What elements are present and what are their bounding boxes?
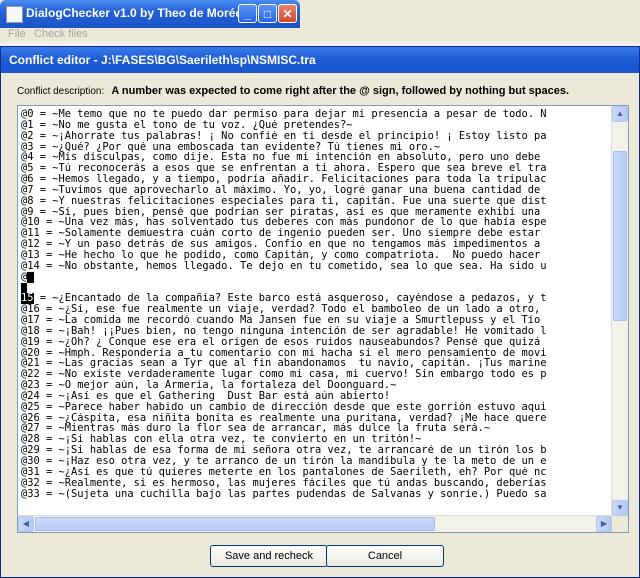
editor-line: @24 = ~¡Así es que el Gathering Dust Bar… (21, 390, 391, 402)
editor-line: @20 = ~Hmph. Respondería a tu comentario… (21, 347, 547, 359)
editor-line: @ (21, 271, 617, 283)
main-titlebar: DialogChecker v1.0 by Theo de Morée _ □ … (0, 0, 300, 28)
editor-line: @11 = ~Solamente demuestra cuán corto de… (21, 228, 541, 240)
conflict-description: Conflict description: A number was expec… (17, 85, 569, 97)
menubar: File Check files (0, 28, 300, 42)
editor-line: @29 = ~¡Si hablas de esa forma de mi señ… (21, 445, 547, 456)
text-editor[interactable]: @0 = ~Me temo que no te puedo dar permis… (17, 105, 629, 533)
highlighted-line-number: 15 (21, 293, 34, 305)
editor-line: @6 = ~Hemos llegado, y a tiempo, podría … (21, 174, 547, 185)
editor-line (21, 282, 617, 294)
horizontal-scrollbar[interactable]: ◀ ▶ (18, 515, 612, 532)
editor-line: @7 = ~Tuvimos que aprovecharlo al máximo… (21, 184, 541, 196)
editor-line: @1 = ~No me gusta el tono de tu voz. ¿Qu… (21, 119, 353, 131)
editor-line: @32 = ~Realmente, si es hermoso, las muj… (21, 477, 547, 489)
app-icon (6, 6, 23, 23)
editor-line: @18 = ~¡Bah! ¡¡Pues bien, no tengo ningu… (21, 325, 547, 337)
editor-line: @8 = ~Y nuestras felicitaciones especial… (21, 195, 547, 207)
editor-line: @21 = ~Las gracias sean a Tyr que al fin… (21, 358, 547, 370)
editor-text-area[interactable]: @0 = ~Me temo que no te puedo dar permis… (21, 109, 617, 519)
scrollbar-corner (612, 516, 628, 532)
editor-line: @5 = ~Tú reconocerás a esos que se enfre… (21, 163, 547, 175)
description-label: Conflict description: (17, 86, 105, 97)
editor-line: @22 = ~No existe verdaderamente lugar co… (21, 369, 547, 381)
horizontal-scroll-thumb[interactable] (35, 517, 435, 531)
dialog-title: Conflict editor - J:\FASES\BG\Saerileth\… (9, 53, 316, 67)
close-button[interactable]: ✕ (278, 4, 297, 23)
editor-line: @9 = ~Sí, pues bien, pensé que podrían s… (21, 206, 541, 218)
editor-line: @19 = ~¿Oh? ¿ Conque ese era el origen d… (21, 336, 541, 348)
editor-line: @31 = ~¿Así es que tú quieres meterte en… (21, 466, 547, 478)
scroll-left-icon[interactable]: ◀ (18, 516, 34, 532)
editor-line: @25 = ~Parece haber habido un cambio de … (21, 401, 547, 413)
editor-line: @23 = ~O mejor aún, la Armería, la forta… (21, 380, 397, 391)
editor-line: @13 = ~He hecho lo que he podido, como C… (21, 249, 541, 261)
editor-line: @16 = ~¿Sí, ese fue realmente un viaje, … (21, 304, 541, 316)
menu-file[interactable]: File (8, 28, 26, 40)
description-value: A number was expected to come right afte… (111, 85, 570, 97)
editor-line: @27 = ~Mientras más duro la flor sea de … (21, 423, 491, 435)
maximize-button[interactable]: □ (258, 4, 277, 23)
cancel-button[interactable]: Cancel (326, 545, 444, 567)
editor-line: @2 = ~¡Ahorrate tus palabras! ¡ No confi… (21, 130, 547, 142)
editor-line: @4 = ~Mis disculpas, como dije. Ésta no … (21, 152, 541, 164)
editor-line: @14 = ~No obstante, hemos llegado. Te de… (21, 260, 547, 272)
scroll-up-icon[interactable]: ▲ (612, 106, 628, 122)
conflict-editor-dialog: Conflict editor - J:\FASES\BG\Saerileth\… (0, 46, 640, 578)
editor-line: @26 = ~¿Cáspita, esa niñita bonita es re… (21, 412, 547, 424)
editor-line: @3 = ~¿Qué? ¿Por qué una emboscada tan e… (21, 141, 441, 153)
editor-line: @28 = ~¡Si hablas con ella otra vez, te … (21, 434, 422, 446)
selection-highlight (21, 282, 28, 294)
main-window-title: DialogChecker v1.0 by Theo de Morée (26, 6, 243, 20)
editor-line: @0 = ~Me temo que no te puedo dar permis… (21, 109, 547, 120)
dialog-titlebar: Conflict editor - J:\FASES\BG\Saerileth\… (1, 47, 639, 73)
scroll-down-icon[interactable]: ▼ (612, 500, 628, 516)
editor-line: @10 = ~Una vez más, has solventado tus d… (21, 217, 547, 229)
text-cursor (27, 271, 34, 283)
editor-line: @12 = ~Y un paso detrás de sus amigos. C… (21, 239, 541, 250)
scroll-right-icon[interactable]: ▶ (596, 516, 612, 532)
vertical-scroll-thumb[interactable] (613, 151, 627, 321)
editor-line: 15 = ~¿Encantado de la compañía? Este ba… (21, 293, 547, 305)
editor-line: @30 = ~¡Haz eso otra vez, y te arranco d… (21, 456, 547, 467)
vertical-scrollbar[interactable]: ▲ ▼ (611, 106, 628, 516)
minimize-button[interactable]: _ (238, 4, 257, 23)
save-and-recheck-button[interactable]: Save and recheck (210, 545, 328, 567)
editor-line: @33 = ~(Sujeta una cuchilla bajo las par… (21, 488, 547, 500)
main-window: DialogChecker v1.0 by Theo de Morée _ □ … (0, 0, 640, 42)
menu-check-files[interactable]: Check files (34, 28, 88, 40)
editor-line: @17 = ~La comida me recordó cuando Ma Ja… (21, 315, 541, 326)
